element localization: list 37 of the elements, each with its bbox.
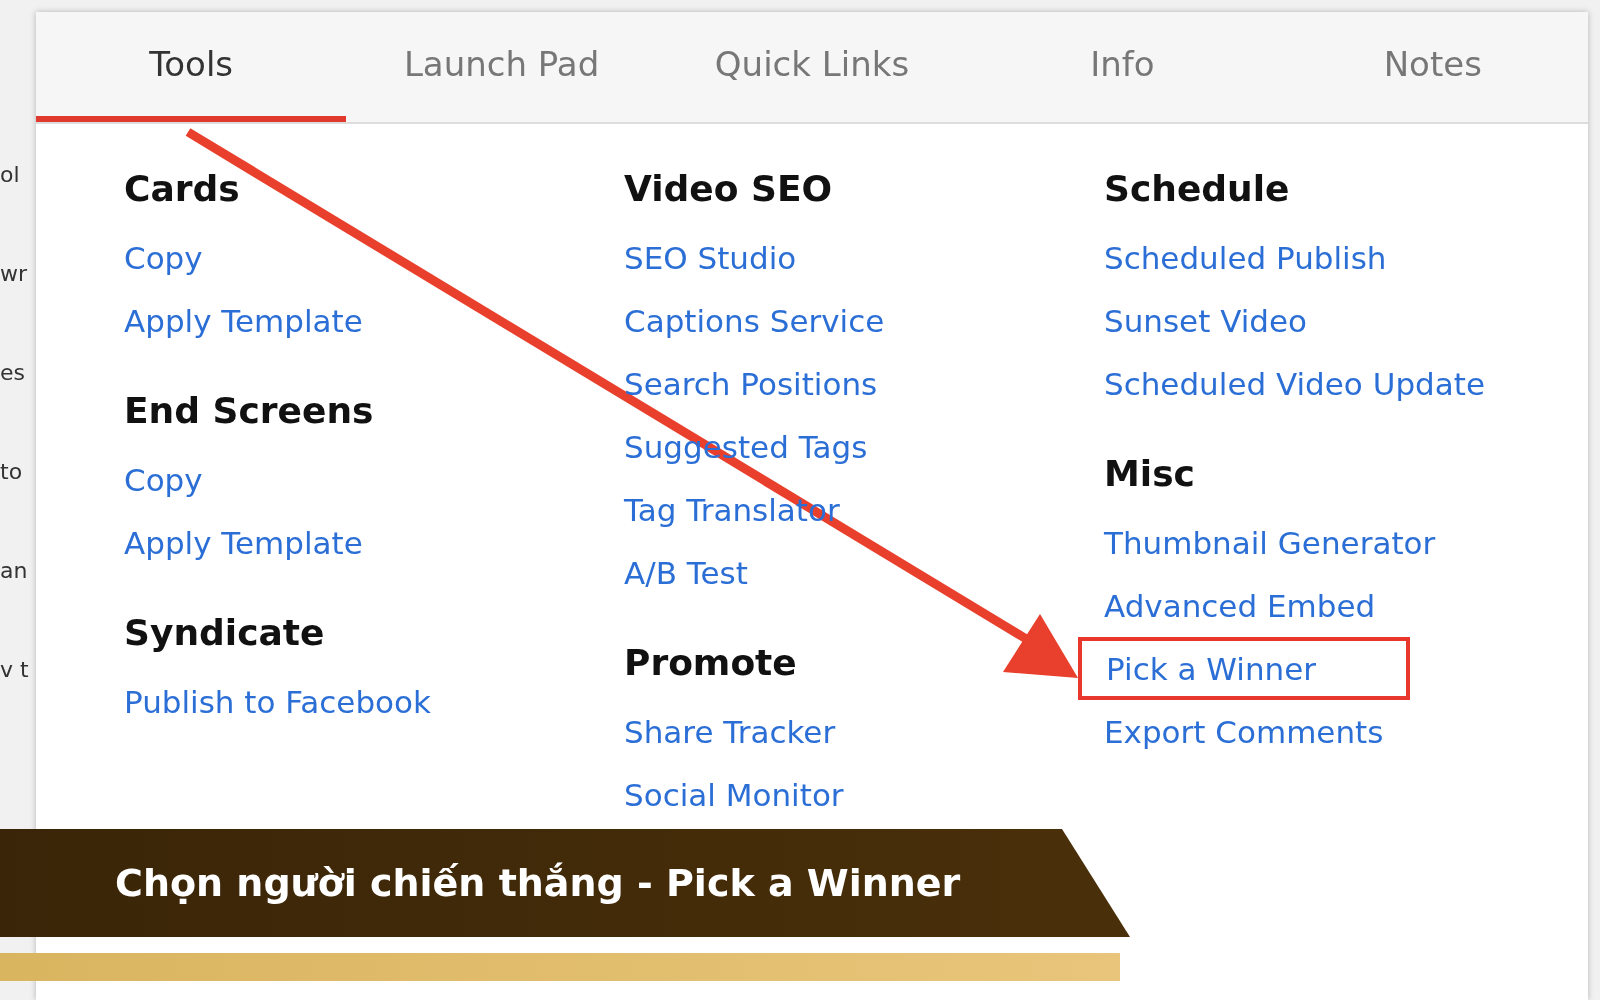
menu-link[interactable]: Copy (124, 226, 203, 289)
background-text: v t (0, 657, 30, 682)
background-text: an (0, 558, 29, 583)
menu-link[interactable]: SEO Studio (624, 226, 797, 289)
menu-link[interactable]: Scheduled Video Update (1104, 352, 1485, 415)
menu-link[interactable]: Search Positions (624, 352, 878, 415)
menu-link[interactable]: Captions Service (624, 289, 885, 352)
menu-tab[interactable]: Notes (1277, 12, 1588, 122)
section-heading: End Screens (124, 388, 375, 433)
section-heading: Promote (624, 640, 798, 685)
menu-link[interactable]: Share Tracker (624, 700, 836, 763)
menu-link[interactable]: Advanced Embed (1104, 574, 1376, 637)
menu-link[interactable]: Export Comments (1104, 700, 1384, 763)
background-text: es (0, 360, 26, 385)
background-text: ol (0, 162, 21, 187)
menu-link[interactable]: Copy (124, 448, 203, 511)
section-heading: Schedule (1104, 166, 1291, 211)
menu-link[interactable]: Apply Template (124, 511, 363, 574)
menu-link[interactable]: Scheduled Publish (1104, 226, 1387, 289)
highlighted-menu-link[interactable]: Pick a Winner (1078, 637, 1411, 700)
section-heading: Syndicate (124, 610, 326, 655)
section-heading: Cards (124, 166, 241, 211)
menu-tab[interactable]: Tools (36, 12, 347, 122)
menu-tab[interactable]: Quick Links (656, 12, 968, 122)
menu-tab[interactable]: Launch Pad (346, 12, 657, 122)
background-text: wr (0, 261, 29, 286)
menu-tab[interactable]: Info (967, 12, 1278, 122)
menu-link[interactable]: Apply Template (124, 289, 363, 352)
background-text: to (0, 459, 24, 484)
section-heading: Video SEO (624, 166, 834, 211)
menu-link[interactable]: A/B Test (624, 541, 748, 604)
caption-text: Chọn người chiến thắng - Pick a Winner (115, 861, 961, 905)
menu-link[interactable]: Thumbnail Generator (1104, 511, 1436, 574)
section-heading: Misc (1104, 451, 1196, 496)
menu-link[interactable]: Social Monitor (624, 763, 844, 826)
menu-link[interactable]: Publish to Facebook (124, 670, 431, 733)
menu-link[interactable]: Sunset Video (1104, 289, 1308, 352)
